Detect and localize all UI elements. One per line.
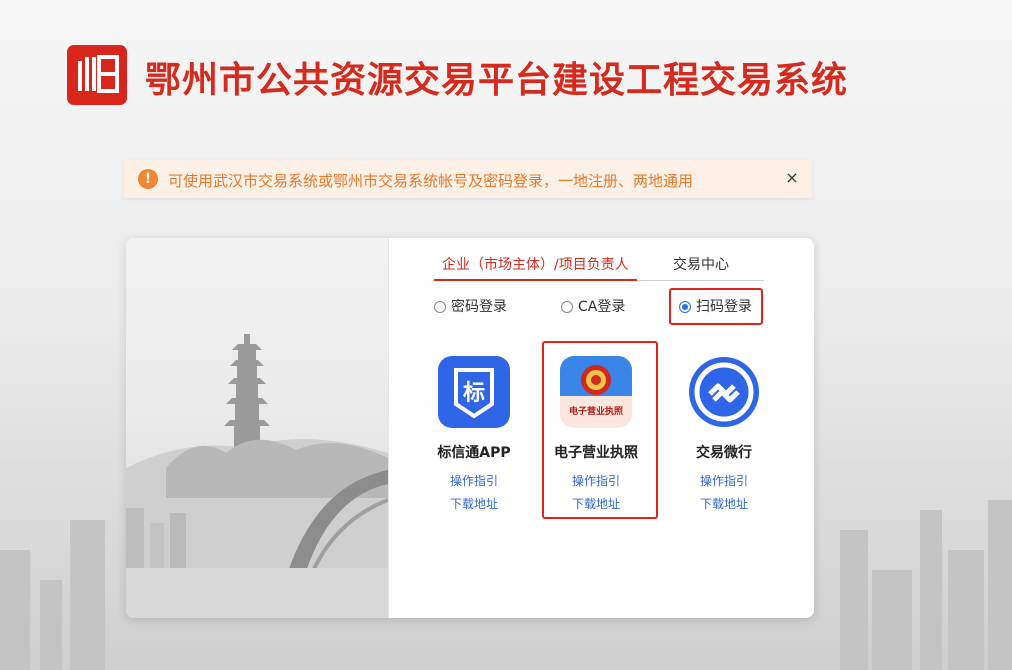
qr-login-highlight (669, 288, 763, 325)
radio-ca-login[interactable]: CA登录 (561, 296, 625, 316)
guide-link[interactable]: 操作指引 (414, 472, 534, 489)
warning-icon: ! (138, 169, 158, 189)
app-biaoxintong: 标 标信通APP 操作指引 下载地址 (414, 356, 534, 512)
radio-dot (561, 301, 573, 313)
guide-link[interactable]: 操作指引 (664, 472, 784, 489)
tab-enterprise[interactable]: 企业（市场主体）/项目负责人 (434, 254, 637, 281)
jiaoyi-weixing-app-icon (688, 356, 760, 428)
notice-text: 可使用武汉市交易系统或鄂州市交易系统帐号及密码登录，一地注册、两地通用 (168, 172, 694, 190)
e-license-highlight (542, 341, 658, 519)
close-notice-button[interactable]: × (782, 168, 802, 188)
download-link[interactable]: 下载地址 (664, 495, 784, 512)
page-title: 鄂州市公共资源交易平台建设工程交易系统 (145, 60, 849, 101)
radio-dot (434, 301, 446, 313)
pagoda-photo (126, 238, 389, 618)
radio-password-login[interactable]: 密码登录 (434, 296, 507, 316)
download-link[interactable]: 下载地址 (414, 495, 534, 512)
biaoxintong-app-icon: 标 (438, 356, 510, 428)
site-logo (67, 45, 127, 105)
info-notice: ! 可使用武汉市交易系统或鄂州市交易系统帐号及密码登录，一地注册、两地通用 × (124, 160, 812, 198)
app-name: 交易微行 (696, 445, 752, 461)
login-card: 企业（市场主体）/项目负责人 交易中心 密码登录 CA登录 扫码登录 标 标信通… (126, 238, 814, 618)
login-tabs: 企业（市场主体）/项目负责人 交易中心 (434, 254, 764, 281)
app-jiaoyi-weixing: 交易微行 操作指引 下载地址 (664, 356, 784, 512)
tab-trading-center[interactable]: 交易中心 (673, 254, 729, 278)
app-name: 标信通APP (437, 445, 511, 461)
svg-text:标: 标 (463, 380, 485, 406)
